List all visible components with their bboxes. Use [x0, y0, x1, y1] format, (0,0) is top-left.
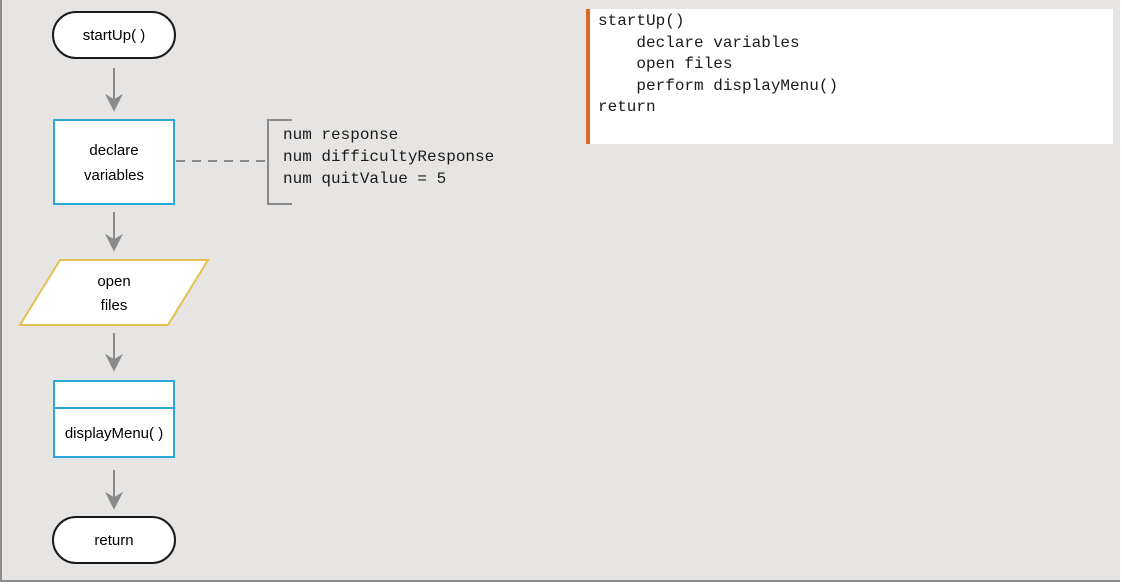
start-terminator: startUp( ) — [52, 11, 176, 59]
display-menu-module: displayMenu( ) — [53, 380, 175, 458]
annotation-line: num difficultyResponse — [283, 148, 495, 166]
annotation-line: num response — [283, 126, 399, 144]
declare-line-2: variables — [84, 167, 144, 184]
declare-variables-process: declare variables — [53, 119, 175, 205]
pseudocode-line: return — [598, 98, 656, 116]
declare-line-1: declare — [89, 142, 138, 159]
open-line-1: open — [97, 273, 130, 290]
pseudocode-panel: startUp() declare variables open files p… — [586, 9, 1113, 144]
open-files-io: open files — [18, 259, 210, 326]
open-line-2: files — [101, 297, 128, 314]
annotation-line: num quitValue = 5 — [283, 170, 447, 188]
module-label: displayMenu( ) — [65, 425, 163, 442]
variable-annotation: num response num difficultyResponse num … — [283, 124, 494, 190]
start-label: startUp( ) — [83, 27, 146, 44]
pseudocode-line: perform displayMenu() — [598, 76, 839, 95]
return-label: return — [94, 532, 133, 549]
pseudocode-line: startUp() — [598, 12, 685, 30]
pseudocode-line: declare variables — [598, 33, 800, 52]
return-terminator: return — [52, 516, 176, 564]
pseudocode-line: open files — [598, 55, 733, 73]
